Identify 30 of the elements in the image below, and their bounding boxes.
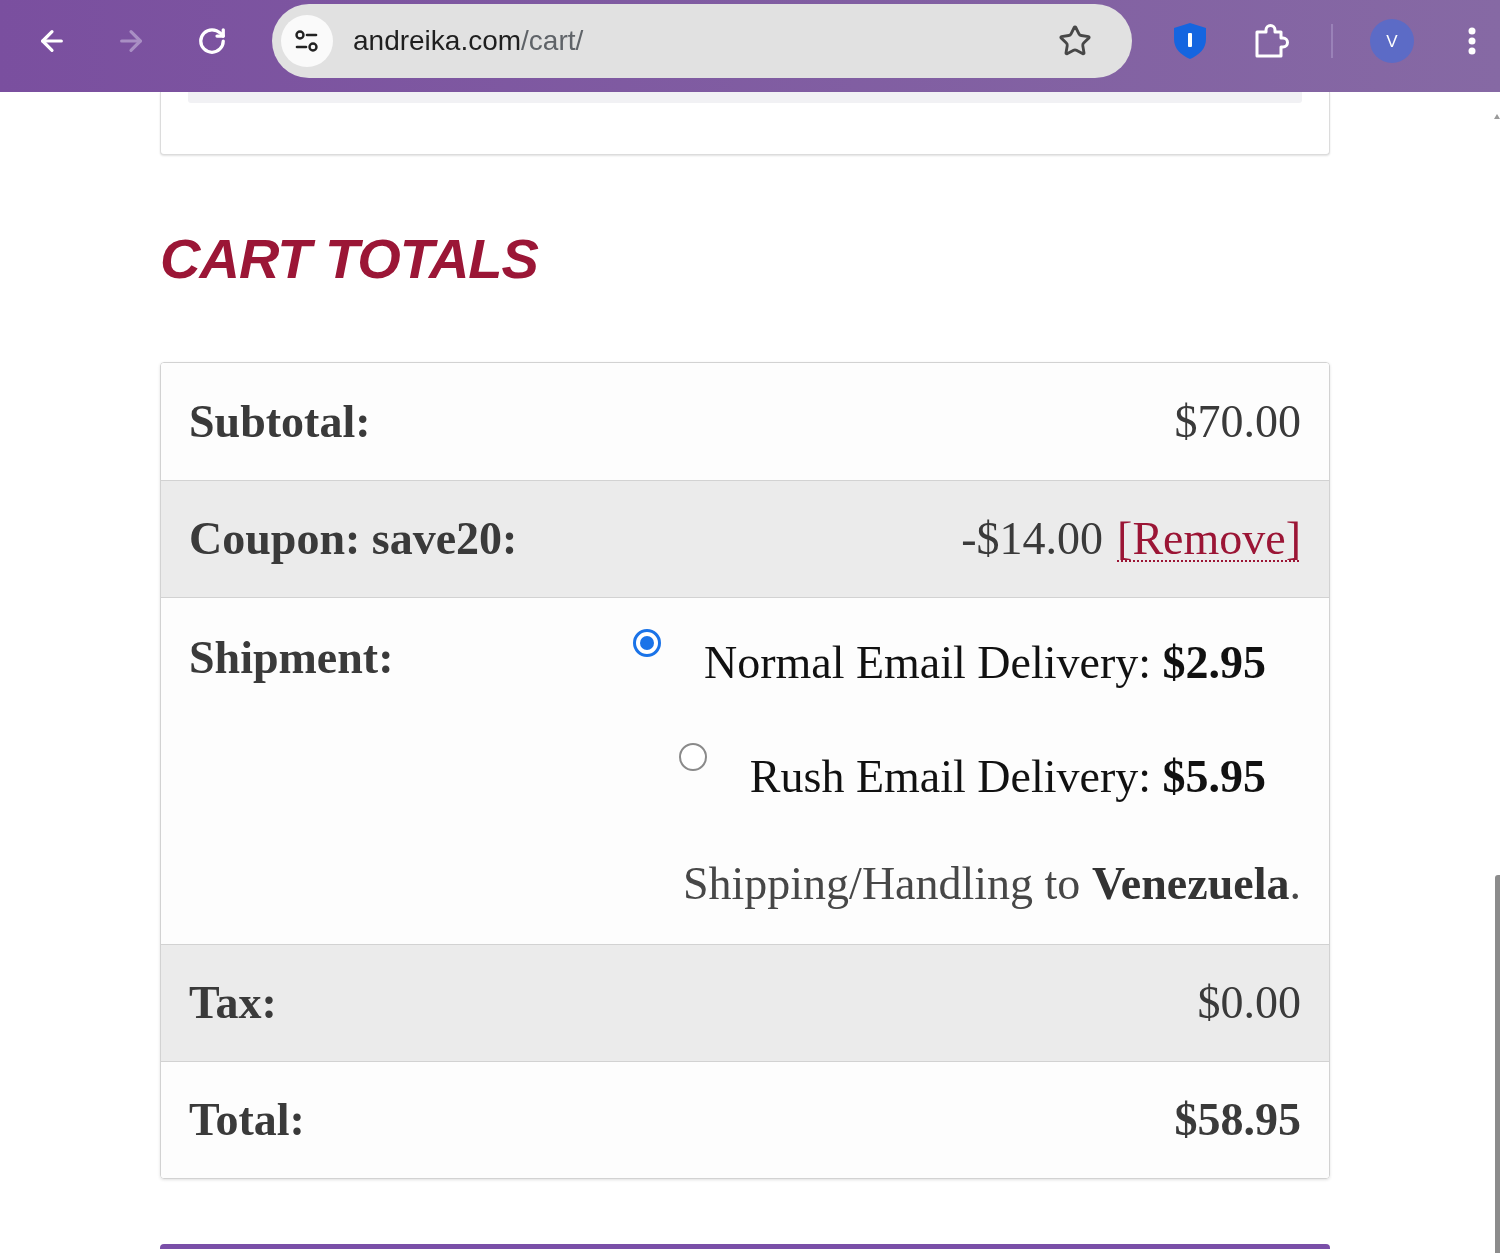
extension-button[interactable] <box>1173 22 1207 60</box>
extensions-button[interactable] <box>1254 23 1290 59</box>
row-value: $70.00 <box>1174 398 1301 445</box>
radio-button[interactable] <box>678 743 707 771</box>
reload-icon <box>197 26 227 56</box>
profile-avatar[interactable]: V <box>1370 19 1414 63</box>
shipping-destination-text: Shipping/Handling to Venezuela. <box>682 861 1301 907</box>
menu-button[interactable] <box>1468 27 1476 55</box>
row-value: $58.95 <box>1174 1097 1301 1143</box>
menu-icon <box>1468 27 1476 55</box>
scroll-up-arrow-icon[interactable] <box>1494 114 1500 119</box>
star-icon[interactable] <box>1058 24 1092 58</box>
row-label: Shipment: <box>189 632 394 683</box>
scrollbar-thumb[interactable] <box>1495 875 1500 1253</box>
site-settings-icon[interactable] <box>281 15 333 67</box>
row-label: Tax: <box>189 980 277 1026</box>
row-label: Total: <box>189 1097 305 1143</box>
radio-button[interactable] <box>632 629 661 657</box>
row-label: Subtotal: <box>189 398 371 445</box>
row-value: $0.00 <box>1197 980 1301 1026</box>
shipping-option-label[interactable]: Normal Email Delivery: $2.95 <box>703 640 1266 686</box>
address-bar[interactable]: andreika.com/cart/ <box>272 4 1132 78</box>
row-value: -$14.00 <box>961 516 1104 562</box>
url-text[interactable]: andreika.com/cart/ <box>353 27 584 55</box>
remove-link[interactable]: [Remove] <box>1117 516 1301 562</box>
shipping-option-label[interactable]: Rush Email Delivery: $5.95 <box>749 754 1266 800</box>
row-label: Coupon: save20: <box>189 516 518 562</box>
shield-icon <box>1173 22 1207 60</box>
section-heading: CART TOTALS <box>160 230 538 287</box>
puzzle-icon <box>1254 23 1290 59</box>
